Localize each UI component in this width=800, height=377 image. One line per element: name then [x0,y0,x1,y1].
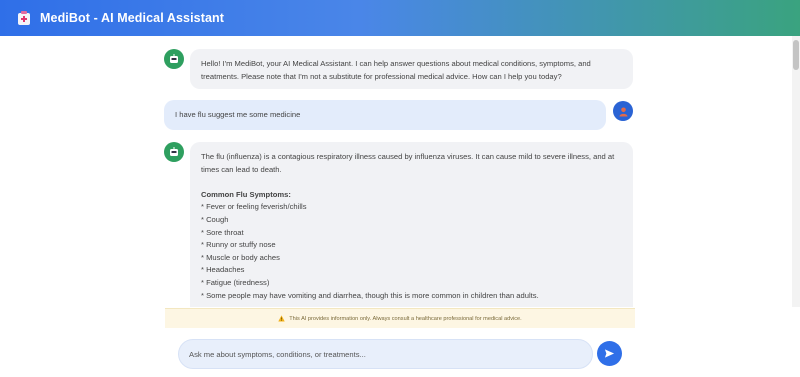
message-text: I have flu suggest me some medicine [175,110,301,119]
user-avatar [613,101,633,121]
warning-icon [278,315,285,322]
message-composer [165,328,635,377]
chat-scrollbar[interactable] [792,36,800,307]
scrollbar-thumb[interactable] [793,40,799,70]
bot-avatar [164,49,184,69]
medical-kit-icon [16,10,32,26]
list-item: * Sore throat [201,227,244,237]
message-text: Hello! I'm MediBot, your AI Medical Assi… [201,59,591,81]
list-item: * Headaches [201,265,245,275]
send-icon [604,349,615,358]
user-icon [619,107,627,116]
user-message: I have flu suggest me some medicine [164,100,606,130]
disclaimer-banner: This AI provides information only. Alway… [165,308,635,328]
bot-message: The flu (influenza) is a contagious resp… [190,142,633,307]
list-item: * Runny or stuffy nose [201,240,276,250]
message-heading: Common Flu Symptoms: [201,189,291,199]
app-header: MediBot - AI Medical Assistant [0,0,800,36]
symptom-list: * Fever or feeling feverish/chills * Cou… [201,201,623,302]
app-title: MediBot - AI Medical Assistant [40,11,225,25]
list-item: * Cough [201,214,229,224]
list-item: * Fever or feeling feverish/chills [201,202,307,212]
message-input-wrapper[interactable] [178,339,593,369]
list-item: * Fatigue (tiredness) [201,277,270,287]
message-input[interactable] [179,340,592,368]
bot-message: Hello! I'm MediBot, your AI Medical Assi… [190,49,633,89]
list-item: * Some people may have vomiting and diar… [201,290,539,300]
message-intro: The flu (influenza) is a contagious resp… [201,152,615,174]
send-button[interactable] [597,341,622,366]
robot-icon [170,147,178,156]
robot-icon [170,54,178,63]
disclaimer-text: This AI provides information only. Alway… [289,315,522,322]
bot-avatar [164,142,184,162]
list-item: * Muscle or body aches [201,252,280,262]
chat-messages[interactable]: Hello! I'm MediBot, your AI Medical Assi… [0,36,800,307]
